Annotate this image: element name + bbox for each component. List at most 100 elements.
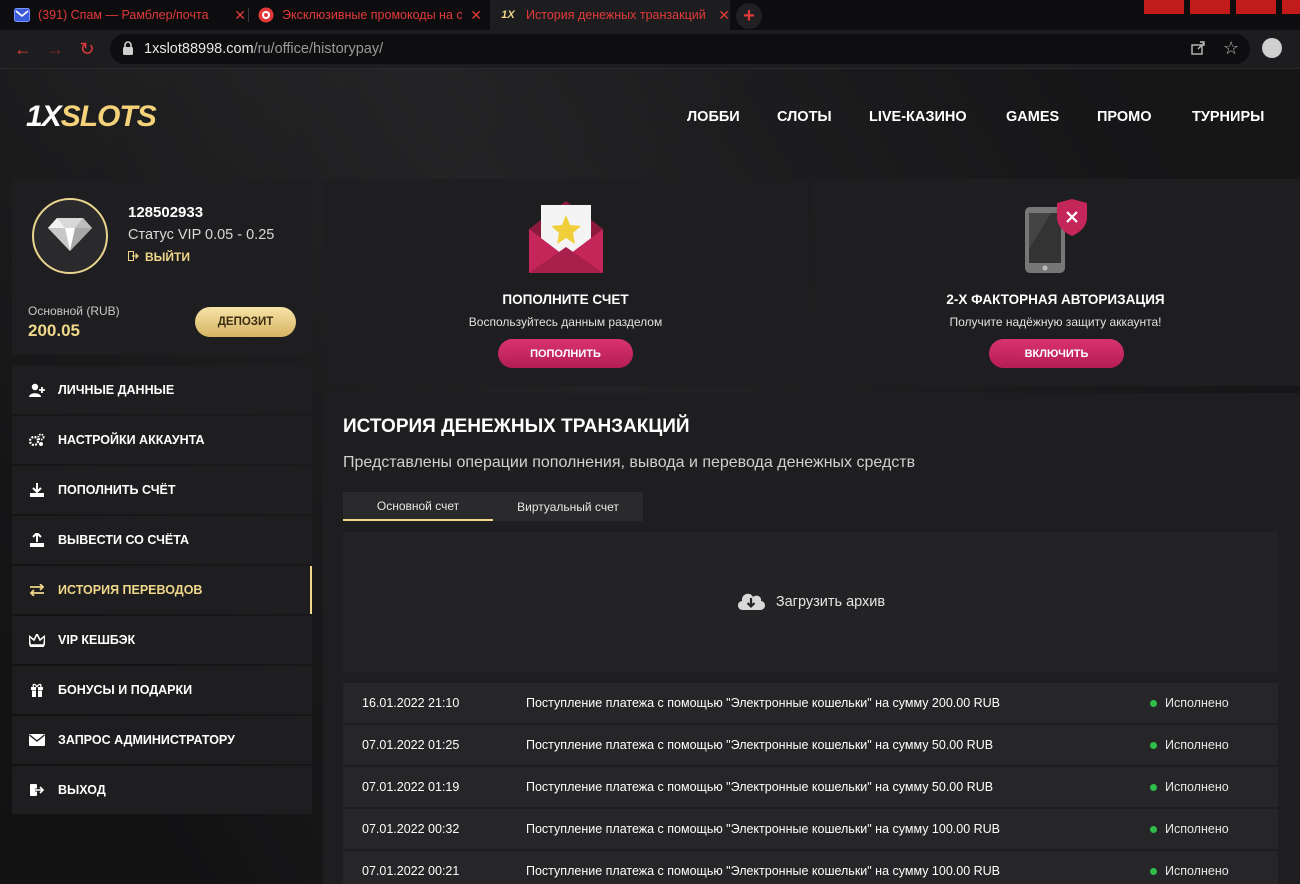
tab-title: История денежных транзакций [526,8,706,22]
close-window-button[interactable] [1282,0,1300,14]
transaction-description: Поступление платежа с помощью "Электронн… [526,822,1001,836]
table-row: 07.01.2022 01:25 Поступление платежа с п… [343,725,1278,765]
status-badge: Исполнено [1150,864,1229,878]
gift-icon [28,683,46,697]
upload-icon [28,533,46,547]
sidebar-item-label: ЛИЧНЫЕ ДАННЫЕ [58,383,175,397]
forward-arrow-icon[interactable]: → [44,38,66,60]
tab-title: (391) Спам — Рамблер/почта [38,8,209,22]
nav-lobby[interactable]: ЛОББИ [687,109,740,125]
deposit-button[interactable]: ДЕПОЗИТ [195,307,296,337]
status-badge: Исполнено [1150,696,1229,710]
sidebar-item-bonuses[interactable]: БОНУСЫ И ПОДАРКИ [12,666,312,714]
sidebar-item-label: БОНУСЫ И ПОДАРКИ [58,683,193,697]
new-tab-button[interactable]: + [736,3,762,29]
two-factor-card: 2-Х ФАКТОРНАЯ АВТОРИЗАЦИЯ Получите надёж… [813,179,1300,386]
sidebar-item-label: ЗАПРОС АДМИНИСТРАТОРУ [58,733,235,747]
table-row: 07.01.2022 00:21 Поступление платежа с п… [343,851,1278,884]
nav-games[interactable]: GAMES [1006,109,1059,125]
sidebar-item-label: ПОПОЛНИТЬ СЧЁТ [58,483,176,497]
page-title: ИСТОРИЯ ДЕНЕЖНЫХ ТРАНЗАКЦИЙ [343,416,690,437]
back-arrow-icon[interactable]: ← [12,38,34,60]
sidebar-item-admin-request[interactable]: ЗАПРОС АДМИНИСТРАТОРУ [12,716,312,764]
close-icon[interactable]: ✕ [470,7,482,24]
sidebar-item-label: ИСТОРИЯ ПЕРЕВОДОВ [58,583,203,597]
nav-tournaments[interactable]: ТУРНИРЫ [1192,109,1264,125]
deposit-card: ПОПОЛНИТЕ СЧЕТ Воспользуйтесь данным раз… [323,179,808,386]
page-subtitle: Представлены операции пополнения, вывода… [343,454,916,471]
sidebar-item-transfer-history[interactable]: ИСТОРИЯ ПЕРЕВОДОВ [12,566,312,614]
status-dot-icon [1150,867,1157,875]
transaction-date: 07.01.2022 00:21 [362,864,460,878]
sidebar-item-label: НАСТРОЙКИ АККАУНТА [58,433,205,447]
vip-status: Статус VIP 0.05 - 0.25 [128,227,275,243]
minimize-button[interactable] [1144,0,1184,14]
transfer-icon [28,584,46,596]
transaction-description: Поступление платежа с помощью "Электронн… [526,696,1001,710]
balance-value: 200.05 [28,321,80,340]
star-bookmark-icon[interactable]: ☆ [1223,38,1239,59]
status-badge: Исполнено [1150,780,1229,794]
envelope-star-icon [527,199,605,280]
card-title: ПОПОЛНИТЕ СЧЕТ [502,292,629,307]
maximize-button[interactable] [1190,0,1230,14]
address-bar[interactable]: 1xslot88998.com/ru/office/historypay/ [110,34,1250,64]
crown-icon [28,633,46,647]
cloud-download-icon [736,589,766,615]
card-description: Воспользуйтесь данным разделом [468,315,663,329]
table-row: 07.01.2022 00:32 Поступление платежа с п… [343,809,1278,849]
browser-tab-history[interactable]: 1X История денежных транзакций ✕ [490,0,730,30]
sidebar-item-vip-cashback[interactable]: VIP КЕШБЭК [12,616,312,664]
close-icon[interactable]: ✕ [234,7,246,24]
close-icon[interactable]: ✕ [718,7,730,24]
browser-tab-promo[interactable]: Эксклюзивные промокоды на с ✕ [258,0,482,30]
restore-button[interactable] [1236,0,1276,14]
lock-icon [122,41,134,61]
avatar [32,198,108,274]
nav-promo[interactable]: ПРОМО [1097,109,1152,125]
sidebar-item-label: ВЫВЕСТИ СО СЧЁТА [58,533,190,547]
transaction-date: 07.01.2022 01:19 [362,780,460,794]
envelope-icon [28,734,46,746]
transaction-description: Поступление платежа с помощью "Электронн… [526,864,1001,878]
nav-slots[interactable]: СЛОТЫ [777,109,832,125]
transaction-description: Поступление платежа с помощью "Электронн… [526,738,994,752]
status-dot-icon [1150,741,1157,749]
enable-2fa-button[interactable]: ВКЛЮЧИТЬ [989,339,1124,368]
logout-link[interactable]: ВЫЙТИ [128,250,190,264]
status-dot-icon [1150,825,1157,833]
profile-avatar-icon[interactable] [1262,38,1282,58]
site-favicon: 1X [501,9,515,21]
url-text: 1xslot88998.com/ru/office/historypay/ [144,41,384,57]
browser-tab-mail[interactable]: (391) Спам — Рамблер/почта ✕ [14,0,246,30]
sidebar-item-withdraw[interactable]: ВЫВЕСТИ СО СЧЁТА [12,516,312,564]
top-up-button[interactable]: ПОПОЛНИТЬ [498,339,633,368]
tab-main-account[interactable]: Основной счет [343,492,493,521]
account-label: Основной (RUB) [28,304,120,318]
share-icon[interactable] [1190,40,1206,61]
status-dot-icon [1150,783,1157,791]
sidebar-item-exit[interactable]: ВЫХОД [12,766,312,814]
sidebar-item-account-settings[interactable]: НАСТРОЙКИ АККАУНТА [12,416,312,464]
site-logo[interactable]: 1XSLOTS [26,100,157,134]
reload-icon[interactable]: ↻ [76,38,98,60]
transaction-date: 07.01.2022 01:25 [362,738,460,752]
casino-chip-icon [258,7,274,23]
exit-icon [28,784,46,796]
transaction-description: Поступление платежа с помощью "Электронн… [526,780,994,794]
user-id: 128502933 [128,204,204,221]
status-badge: Исполнено [1150,822,1229,836]
diamond-icon [47,216,93,257]
tab-virtual-account[interactable]: Виртуальный счет [493,492,643,521]
download-archive-button[interactable]: Загрузить архив [343,532,1278,672]
table-row: 16.01.2022 21:10 Поступление платежа с п… [343,683,1278,723]
sidebar-item-personal-data[interactable]: ЛИЧНЫЕ ДАННЫЕ [12,366,312,414]
table-row: 07.01.2022 01:19 Поступление платежа с п… [343,767,1278,807]
gears-icon [28,433,46,447]
sidebar-item-deposit[interactable]: ПОПОЛНИТЬ СЧЁТ [12,466,312,514]
tab-title: Эксклюзивные промокоды на с [282,8,463,22]
card-title: 2-Х ФАКТОРНАЯ АВТОРИЗАЦИЯ [946,292,1165,307]
transaction-date: 07.01.2022 00:32 [362,822,460,836]
transaction-date: 16.01.2022 21:10 [362,696,460,710]
nav-live-casino[interactable]: LIVE-КАЗИНО [869,109,967,125]
